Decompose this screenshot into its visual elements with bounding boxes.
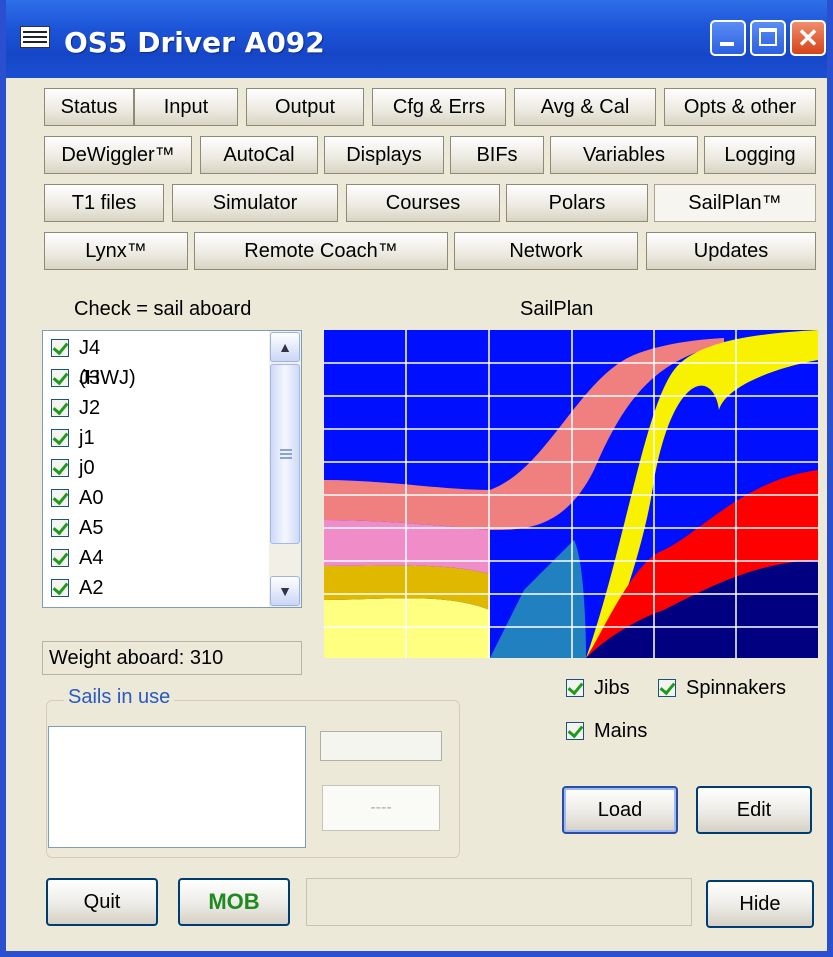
tab-displays[interactable]: Displays bbox=[324, 136, 444, 174]
close-icon: ✕ bbox=[797, 23, 819, 53]
close-button[interactable]: ✕ bbox=[790, 20, 826, 56]
app-icon[interactable] bbox=[20, 26, 50, 48]
tab-cfg-errs[interactable]: Cfg & Errs bbox=[372, 88, 506, 126]
mob-button[interactable]: MOB bbox=[178, 878, 290, 926]
tab-output[interactable]: Output bbox=[246, 88, 364, 126]
sailplan-chart bbox=[324, 330, 818, 658]
tab-remote-coach[interactable]: Remote Coach™ bbox=[194, 232, 448, 270]
sails-in-use-list[interactable] bbox=[48, 726, 306, 848]
sailplan-title: SailPlan bbox=[520, 298, 594, 320]
tab-dewiggler[interactable]: DeWiggler™ bbox=[44, 136, 192, 174]
dash-button[interactable]: ---- bbox=[322, 785, 440, 831]
checkbox[interactable] bbox=[51, 549, 69, 567]
tab-network[interactable]: Network bbox=[454, 232, 638, 270]
scroll-up-icon[interactable]: ▲ bbox=[270, 332, 300, 362]
tab-simulator[interactable]: Simulator bbox=[172, 184, 338, 222]
checkbox[interactable] bbox=[51, 339, 69, 357]
checkbox[interactable] bbox=[51, 399, 69, 417]
edit-button[interactable]: Edit bbox=[696, 786, 812, 834]
checkbox[interactable] bbox=[51, 579, 69, 597]
tab-updates[interactable]: Updates bbox=[646, 232, 816, 270]
checkbox[interactable] bbox=[51, 489, 69, 507]
tab-variables[interactable]: Variables bbox=[550, 136, 698, 174]
scroll-thumb[interactable] bbox=[270, 364, 300, 544]
weight-aboard: Weight aboard: 310 bbox=[42, 641, 302, 675]
window-title: OS5 Driver A092 bbox=[64, 26, 325, 59]
maximize-button[interactable] bbox=[750, 20, 786, 56]
tab-logging[interactable]: Logging bbox=[704, 136, 816, 174]
load-button[interactable]: Load bbox=[562, 786, 678, 834]
minimize-icon bbox=[720, 42, 734, 46]
tab-bifs[interactable]: BIFs bbox=[450, 136, 544, 174]
tab-avg-cal[interactable]: Avg & Cal bbox=[514, 88, 656, 126]
checkbox[interactable] bbox=[51, 369, 69, 387]
tab-sailplan[interactable]: SailPlan™ bbox=[654, 184, 816, 222]
title-bar[interactable]: OS5 Driver A092 ✕ bbox=[6, 0, 827, 78]
sail-list-header: Check = sail aboard bbox=[74, 298, 252, 320]
sail-list[interactable]: J4 (HWJ) J3 J2 j1 j0 A0 A5 A4 A2 ▲ ▼ bbox=[42, 330, 302, 608]
tab-status[interactable]: Status bbox=[44, 88, 134, 126]
chart-band-pale-yellow bbox=[324, 598, 490, 658]
tab-courses[interactable]: Courses bbox=[346, 184, 500, 222]
scroll-down-icon[interactable]: ▼ bbox=[270, 576, 300, 606]
checkbox[interactable] bbox=[51, 459, 69, 477]
tab-polars[interactable]: Polars bbox=[506, 184, 648, 222]
sails-in-use-title: Sails in use bbox=[64, 686, 175, 709]
tab-t1-files[interactable]: T1 files bbox=[44, 184, 164, 222]
minimize-button[interactable] bbox=[710, 20, 746, 56]
checkbox[interactable] bbox=[51, 519, 69, 537]
scrollbar[interactable]: ▲ ▼ bbox=[269, 331, 301, 607]
tab-opts-other[interactable]: Opts & other bbox=[664, 88, 816, 126]
quit-button[interactable]: Quit bbox=[46, 878, 158, 926]
tab-lynx[interactable]: Lynx™ bbox=[44, 232, 188, 270]
sail-detail-field bbox=[320, 731, 442, 761]
tab-autocal[interactable]: AutoCal bbox=[200, 136, 318, 174]
hide-button[interactable]: Hide bbox=[706, 880, 814, 928]
checkbox[interactable] bbox=[51, 429, 69, 447]
status-field bbox=[306, 878, 692, 926]
maximize-icon bbox=[759, 28, 777, 46]
app-window: OS5 Driver A092 ✕ Status Input Output Cf… bbox=[0, 0, 833, 957]
tab-input[interactable]: Input bbox=[134, 88, 238, 126]
